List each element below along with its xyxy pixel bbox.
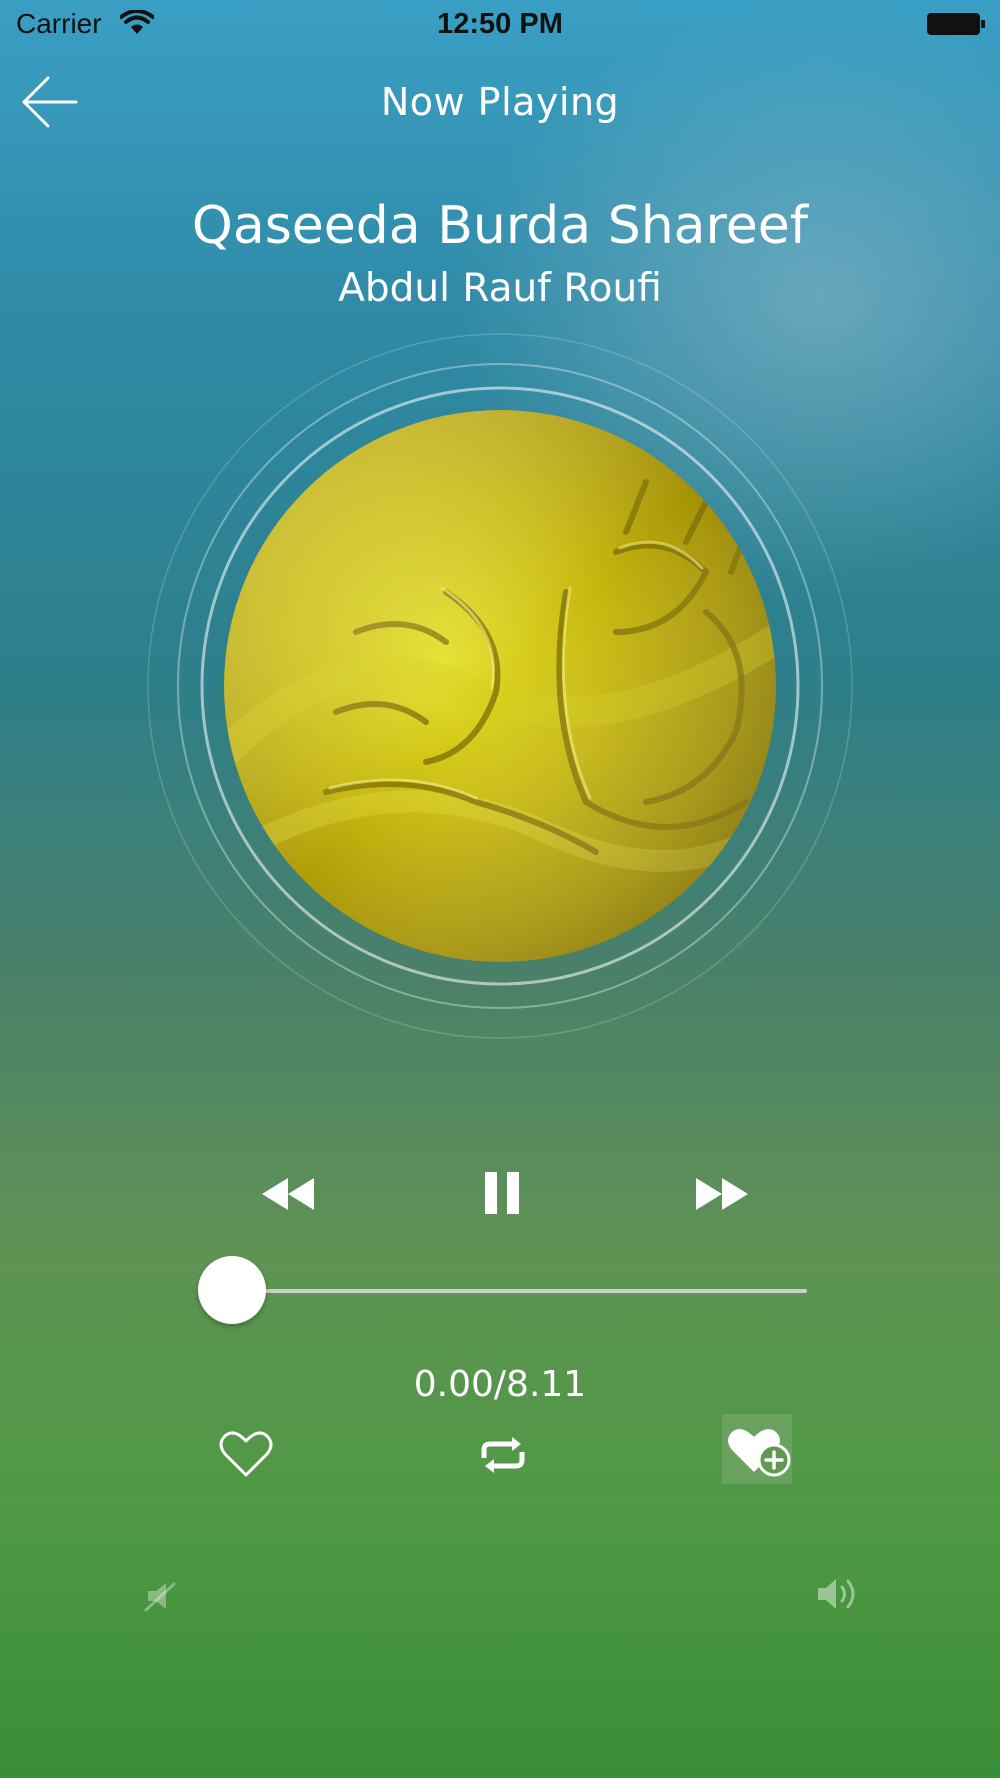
album-artwork: [146, 332, 854, 1040]
repeat-icon: [481, 1437, 525, 1473]
track-actions: [0, 1414, 1000, 1500]
playback-controls: [0, 1160, 1000, 1230]
pause-icon: [485, 1172, 519, 1214]
seek-bar-thumb[interactable]: [198, 1256, 266, 1324]
volume-mute-button[interactable]: [144, 1578, 180, 1614]
battery-icon: [927, 13, 985, 35]
playback-time: 0.00/8.11: [413, 1364, 587, 1405]
add-to-favorites-button[interactable]: [722, 1414, 792, 1484]
status-bar: Carrier 12:50 PM: [0, 0, 1000, 50]
page-title: Now Playing: [380, 80, 620, 124]
repeat-button[interactable]: [478, 1434, 528, 1476]
rewind-icon: [262, 1178, 314, 1210]
fast-forward-icon: [696, 1178, 748, 1210]
seek-bar[interactable]: [232, 1289, 807, 1293]
pause-button[interactable]: [482, 1160, 522, 1216]
artwork-image: [147, 333, 853, 1039]
heart-plus-icon: [728, 1428, 791, 1477]
fast-forward-button[interactable]: [694, 1172, 750, 1216]
rewind-button[interactable]: [260, 1172, 316, 1216]
status-clock: 12:50 PM: [437, 8, 563, 40]
volume-max-button[interactable]: [816, 1574, 862, 1614]
volume-controls: [0, 1566, 1000, 1626]
favorite-button[interactable]: [218, 1428, 274, 1480]
track-title: Qaseeda Burda Shareef: [191, 196, 809, 256]
volume-high-icon: [818, 1579, 855, 1609]
heart-outline-icon: [219, 1431, 273, 1477]
volume-mute-icon: [144, 1582, 176, 1612]
track-artist: Abdul Rauf Roufi: [338, 266, 662, 311]
